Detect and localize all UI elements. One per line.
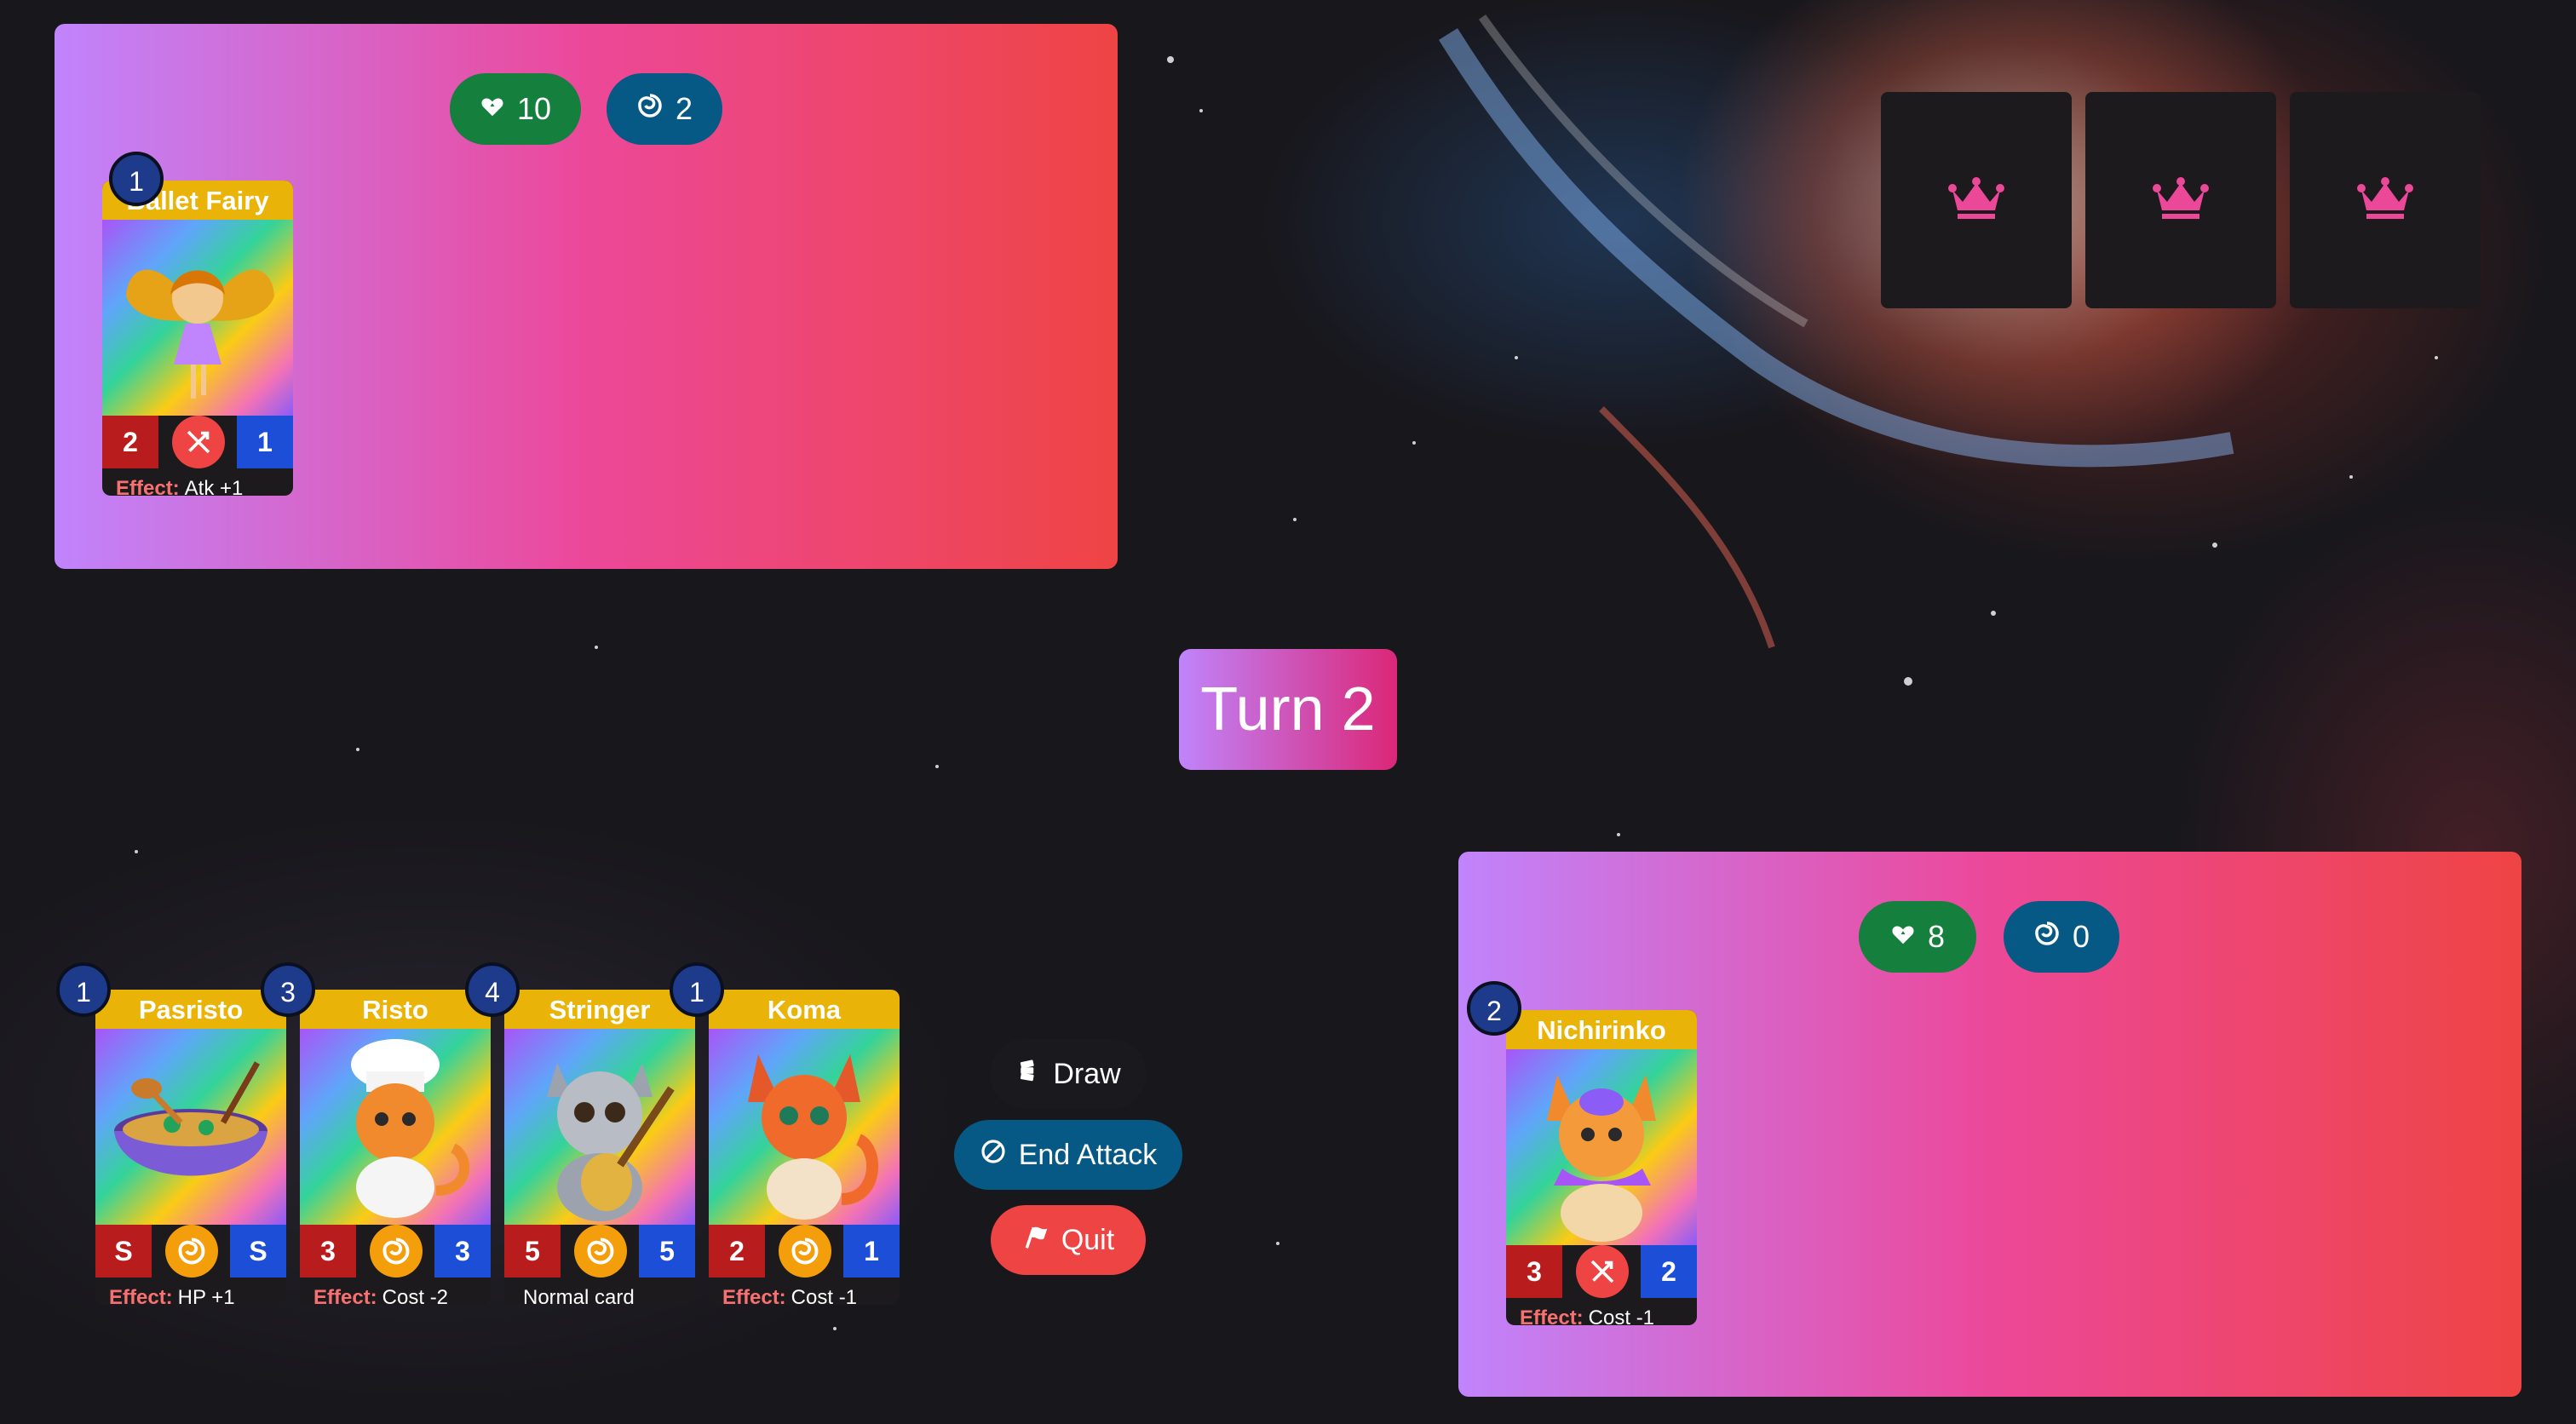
quit-button[interactable]: Quit — [991, 1205, 1146, 1275]
swirl-icon — [779, 1225, 831, 1278]
swirl-icon — [370, 1225, 423, 1278]
opponent-field-card[interactable]: Ballet Fairy 2 1 Effect: Atk +1 1 — [102, 152, 293, 500]
player-board: 8 0 Nichirinko 3 2 Effect: Cost -1 2 — [1458, 852, 2521, 1397]
hand-card-stringer[interactable]: Stringer 5 5 Normal card 4 — [465, 962, 695, 1309]
swirl-icon — [165, 1225, 218, 1278]
card-stats: 3 2 — [1506, 1245, 1697, 1298]
card-stats: 2 1 — [709, 1225, 900, 1278]
card-name: Stringer — [504, 990, 695, 1029]
card-effect: Effect: HP +1 — [109, 1286, 235, 1309]
no-attack-icon — [172, 416, 225, 468]
hand-card-koma[interactable]: Koma 2 1 Effect: Cost -1 1 — [670, 962, 900, 1309]
card-effect: Effect: Cost -1 — [722, 1286, 858, 1309]
swirl-icon — [2033, 919, 2061, 955]
flag-icon — [1022, 1223, 1049, 1258]
opponent-hand-card — [2290, 92, 2481, 308]
card-attack: 5 — [504, 1225, 561, 1278]
card-name: Risto — [300, 990, 491, 1029]
nichirinko-art — [1506, 1049, 1697, 1245]
crown-icon — [2356, 176, 2414, 225]
opponent-board: 10 2 Ballet Fairy 2 1 Effect: Atk +1 1 — [55, 24, 1118, 569]
card-attack: 3 — [300, 1225, 356, 1278]
card-attack: 2 — [102, 416, 158, 468]
ballet-fairy-art — [102, 220, 293, 416]
card-health: S — [230, 1225, 286, 1278]
player-hp-pill: 8 — [1859, 901, 1976, 973]
draw-button[interactable]: Draw — [990, 1039, 1147, 1109]
card-health: 1 — [843, 1225, 900, 1278]
card-cost-badge: 4 — [465, 962, 520, 1017]
player-mana-pill: 0 — [2004, 901, 2119, 973]
card-health: 3 — [434, 1225, 491, 1278]
opponent-hand-card — [1881, 92, 2072, 308]
chef-cat-art — [300, 1029, 491, 1225]
end-attack-button[interactable]: End Attack — [954, 1120, 1182, 1190]
crown-icon — [1947, 176, 2005, 225]
hand-card-pasristo[interactable]: Pasristo S S Effect: HP +1 1 — [56, 962, 286, 1309]
swirl-icon — [636, 91, 664, 127]
card-name: Nichirinko — [1506, 1010, 1697, 1049]
card-health: 2 — [1641, 1245, 1697, 1298]
card-cost-badge: 3 — [261, 962, 315, 1017]
card-attack: 3 — [1506, 1245, 1562, 1298]
opponent-hp-value: 10 — [516, 91, 552, 126]
card-stats: 2 1 — [102, 416, 293, 468]
opponent-mana-pill: 2 — [607, 73, 722, 145]
heart-icon — [480, 91, 505, 127]
player-field-card[interactable]: Nichirinko 3 2 Effect: Cost -1 2 — [1467, 981, 1697, 1329]
card-cost-badge: 1 — [109, 152, 164, 206]
card-effect: Normal card — [523, 1286, 635, 1309]
opponent-hp-pill: 10 — [450, 73, 581, 145]
player-mana-value: 0 — [2072, 919, 2090, 954]
card-stats: 5 5 — [504, 1225, 695, 1278]
turn-indicator: Turn 2 — [1179, 649, 1397, 770]
card-name: Pasristo — [95, 990, 286, 1029]
heart-icon — [1890, 919, 1916, 955]
quit-label: Quit — [1061, 1223, 1115, 1256]
card-attack: 2 — [709, 1225, 765, 1278]
card-effect: Effect: Cost -2 — [313, 1286, 449, 1309]
no-attack-icon — [1576, 1245, 1629, 1298]
card-effect: Effect: Atk +1 — [116, 477, 244, 500]
card-cost-badge: 1 — [670, 962, 724, 1017]
card-stack-icon — [1015, 1058, 1041, 1091]
end-attack-label: End Attack — [1018, 1138, 1158, 1171]
card-cost-badge: 1 — [56, 962, 111, 1017]
card-health: 5 — [639, 1225, 695, 1278]
opponent-hand-card — [2085, 92, 2276, 308]
draw-label: Draw — [1053, 1057, 1121, 1090]
card-stats: 3 3 — [300, 1225, 491, 1278]
card-effect: Effect: Cost -1 — [1520, 1306, 1655, 1329]
swirl-icon — [574, 1225, 627, 1278]
opponent-mana-value: 2 — [675, 91, 693, 126]
card-stats: S S — [95, 1225, 286, 1278]
card-name: Koma — [709, 990, 900, 1029]
noodle-bowl-art — [95, 1029, 286, 1225]
card-cost-badge: 2 — [1467, 981, 1521, 1036]
player-hp-value: 8 — [1927, 919, 1946, 954]
crown-icon — [2152, 176, 2210, 225]
orange-cat-art — [709, 1029, 900, 1225]
end-attack-icon — [980, 1138, 1007, 1173]
guitar-cat-art — [504, 1029, 695, 1225]
card-health: 1 — [237, 416, 293, 468]
hand-card-risto[interactable]: Risto 3 3 Effect: Cost -2 3 — [261, 962, 491, 1309]
card-attack: S — [95, 1225, 152, 1278]
